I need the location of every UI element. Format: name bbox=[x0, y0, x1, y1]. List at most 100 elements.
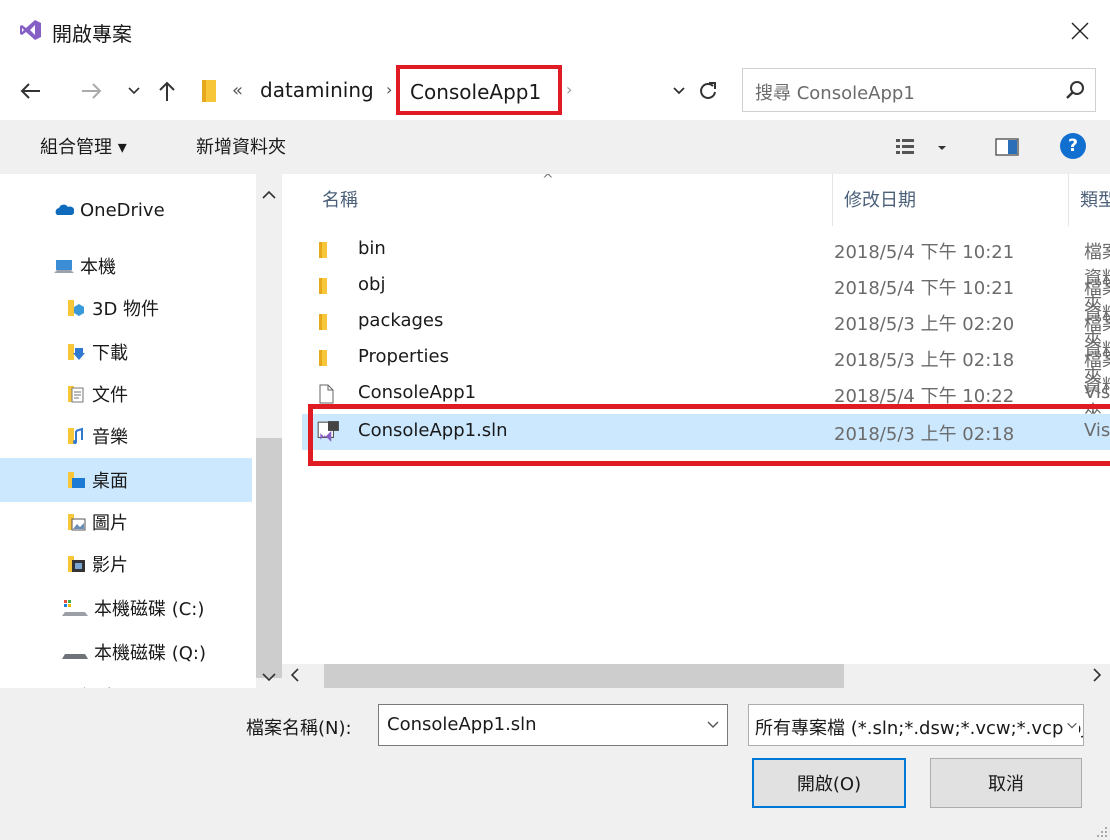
desktop-icon bbox=[68, 472, 85, 488]
visual-studio-logo-icon bbox=[20, 19, 42, 41]
search-placeholder: 搜尋 ConsoleApp1 bbox=[755, 83, 915, 104]
file-icon bbox=[319, 384, 334, 404]
navigation-pane: OneDrive 本機 3D 物件 下載 文件 音樂 桌面 圖片 影片 本機磁碟… bbox=[0, 174, 256, 688]
horizontal-scrollbar-thumb[interactable] bbox=[324, 664, 844, 690]
onedrive-icon bbox=[55, 204, 74, 215]
command-toolbar: 組合管理 ▾ 新增資料夾 ? bbox=[0, 120, 1110, 174]
chevron-down-icon bbox=[128, 87, 140, 95]
organize-menu[interactable]: 組合管理 ▾ bbox=[40, 133, 127, 159]
sidebar-item-videos[interactable]: 影片 bbox=[0, 542, 252, 586]
sidebar-item-label: 本機 bbox=[80, 257, 116, 278]
pictures-icon bbox=[68, 514, 86, 531]
sidebar-item-downloads[interactable]: 下載 bbox=[0, 330, 252, 374]
folder-icon bbox=[319, 314, 327, 330]
file-row-obj[interactable]: obj 2018/5/4 下午 10:21 檔案資料夾 bbox=[302, 268, 1110, 351]
sidebar-item-drive-c[interactable]: 本機磁碟 (C:) bbox=[0, 586, 252, 630]
sidebar-scrollbar-thumb[interactable] bbox=[256, 438, 282, 678]
chevron-right-icon[interactable]: › bbox=[566, 80, 572, 99]
scroll-down-icon[interactable] bbox=[262, 672, 276, 682]
column-header-name[interactable]: 名稱 bbox=[322, 174, 822, 226]
sidebar-item-label: OneDrive bbox=[80, 199, 165, 221]
scroll-up-icon[interactable] bbox=[262, 190, 276, 200]
chevron-down-icon[interactable] bbox=[707, 721, 719, 729]
file-row-bin[interactable]: bin 2018/5/4 下午 10:21 檔案資料夾 bbox=[302, 232, 1110, 315]
open-button[interactable]: 開啟(O) bbox=[752, 758, 906, 808]
search-input[interactable]: 搜尋 ConsoleApp1 bbox=[742, 68, 1096, 112]
filename-value: ConsoleApp1.sln bbox=[387, 714, 537, 735]
arrow-right-icon bbox=[82, 83, 102, 99]
dialog-footer: 檔案名稱(N): ConsoleApp1.sln 所有專案檔 (*.sln;*.… bbox=[0, 688, 1110, 840]
filename-label: 檔案名稱(N): bbox=[246, 718, 352, 739]
sidebar-item-this-pc[interactable]: 本機 bbox=[0, 244, 252, 288]
chevron-right-icon[interactable]: › bbox=[386, 80, 392, 99]
folder-icon bbox=[202, 80, 216, 102]
drive-c-icon bbox=[62, 600, 88, 616]
music-icon bbox=[68, 427, 83, 444]
resize-grip-icon[interactable] bbox=[1096, 826, 1108, 838]
view-options-icon[interactable] bbox=[892, 136, 962, 160]
file-row-properties[interactable]: Properties 2018/5/3 上午 02:18 檔案資料夾 bbox=[302, 340, 1110, 423]
close-icon bbox=[1071, 22, 1089, 40]
sidebar-item-label: 3D 物件 bbox=[92, 299, 160, 320]
arrow-up-icon bbox=[159, 81, 175, 101]
sidebar-item-network[interactable]: 網路 bbox=[0, 674, 252, 688]
file-date: 2018/5/3 上午 02:18 bbox=[834, 350, 1015, 371]
sidebar-item-label: 圖片 bbox=[92, 513, 128, 534]
sidebar-item-documents[interactable]: 文件 bbox=[0, 372, 252, 416]
back-button[interactable] bbox=[14, 74, 48, 108]
sidebar-item-onedrive[interactable]: OneDrive bbox=[0, 188, 252, 232]
computer-icon bbox=[54, 260, 74, 273]
column-divider[interactable] bbox=[1068, 174, 1069, 226]
sidebar-item-label: 音樂 bbox=[92, 427, 128, 448]
preview-pane-icon[interactable] bbox=[994, 136, 1020, 158]
scroll-right-icon[interactable] bbox=[1092, 667, 1102, 683]
selection-highlight-box bbox=[308, 404, 1110, 466]
filename-input[interactable]: ConsoleApp1.sln bbox=[378, 704, 728, 746]
downloads-icon bbox=[68, 344, 85, 360]
search-icon[interactable] bbox=[1065, 79, 1087, 101]
window-title: 開啟專案 bbox=[52, 22, 132, 46]
address-bar[interactable]: « datamining › ConsoleApp1 › bbox=[196, 65, 732, 115]
column-header-type[interactable]: 類型 bbox=[1080, 174, 1110, 226]
documents-icon bbox=[68, 386, 84, 403]
drive-q-icon bbox=[62, 654, 88, 659]
file-date: 2018/5/4 下午 10:21 bbox=[834, 278, 1015, 299]
file-row-packages[interactable]: packages 2018/5/3 上午 02:20 檔案資料夾 bbox=[302, 304, 1110, 387]
file-name: packages bbox=[358, 310, 444, 331]
help-icon[interactable]: ? bbox=[1060, 133, 1086, 159]
filetype-select[interactable]: 所有專案檔 (*.sln;*.dsw;*.vcw;*.vcproj) bbox=[748, 704, 1084, 746]
recent-locations-button[interactable] bbox=[124, 74, 144, 108]
column-divider[interactable] bbox=[832, 174, 833, 226]
filetype-value: 所有專案檔 (*.sln;*.dsw;*.vcw;*.vcproj) bbox=[755, 718, 1084, 739]
file-name: bin bbox=[358, 238, 386, 259]
chevron-down-icon[interactable] bbox=[668, 80, 690, 102]
address-overflow[interactable]: « bbox=[232, 80, 243, 101]
file-date: 2018/5/3 上午 02:20 bbox=[834, 314, 1015, 335]
title-bar: 開啟專案 bbox=[0, 0, 1110, 62]
chevron-down-icon[interactable] bbox=[1063, 715, 1079, 735]
close-button[interactable] bbox=[1050, 0, 1110, 62]
refresh-icon[interactable] bbox=[696, 79, 720, 103]
breadcrumb-consoleapp1[interactable]: ConsoleApp1 bbox=[396, 65, 562, 115]
sidebar-item-3d-objects[interactable]: 3D 物件 bbox=[0, 286, 252, 330]
file-name: obj bbox=[358, 274, 386, 295]
sidebar-item-desktop[interactable]: 桌面 bbox=[0, 458, 252, 502]
new-folder-button[interactable]: 新增資料夾 bbox=[196, 133, 286, 159]
horizontal-scrollbar[interactable] bbox=[282, 664, 1110, 690]
up-button[interactable] bbox=[152, 74, 182, 108]
sidebar-item-music[interactable]: 音樂 bbox=[0, 414, 252, 458]
sidebar-item-drive-q[interactable]: 本機磁碟 (Q:) bbox=[0, 630, 252, 674]
sidebar-item-label: 本機磁碟 (C:) bbox=[94, 599, 205, 620]
folder-icon bbox=[319, 278, 327, 294]
forward-button[interactable] bbox=[76, 74, 106, 108]
sidebar-item-label: 文件 bbox=[92, 385, 128, 406]
file-date: 2018/5/4 下午 10:21 bbox=[834, 242, 1015, 263]
cancel-button[interactable]: 取消 bbox=[930, 758, 1082, 808]
breadcrumb-datamining[interactable]: datamining bbox=[260, 78, 374, 102]
scroll-left-icon[interactable] bbox=[290, 667, 300, 683]
arrow-left-icon bbox=[20, 83, 40, 99]
sidebar-item-pictures[interactable]: 圖片 bbox=[0, 500, 252, 544]
sidebar-item-label: 桌面 bbox=[92, 471, 128, 492]
file-type: Visual bbox=[1084, 382, 1110, 403]
column-header-date[interactable]: 修改日期 bbox=[844, 174, 1074, 226]
